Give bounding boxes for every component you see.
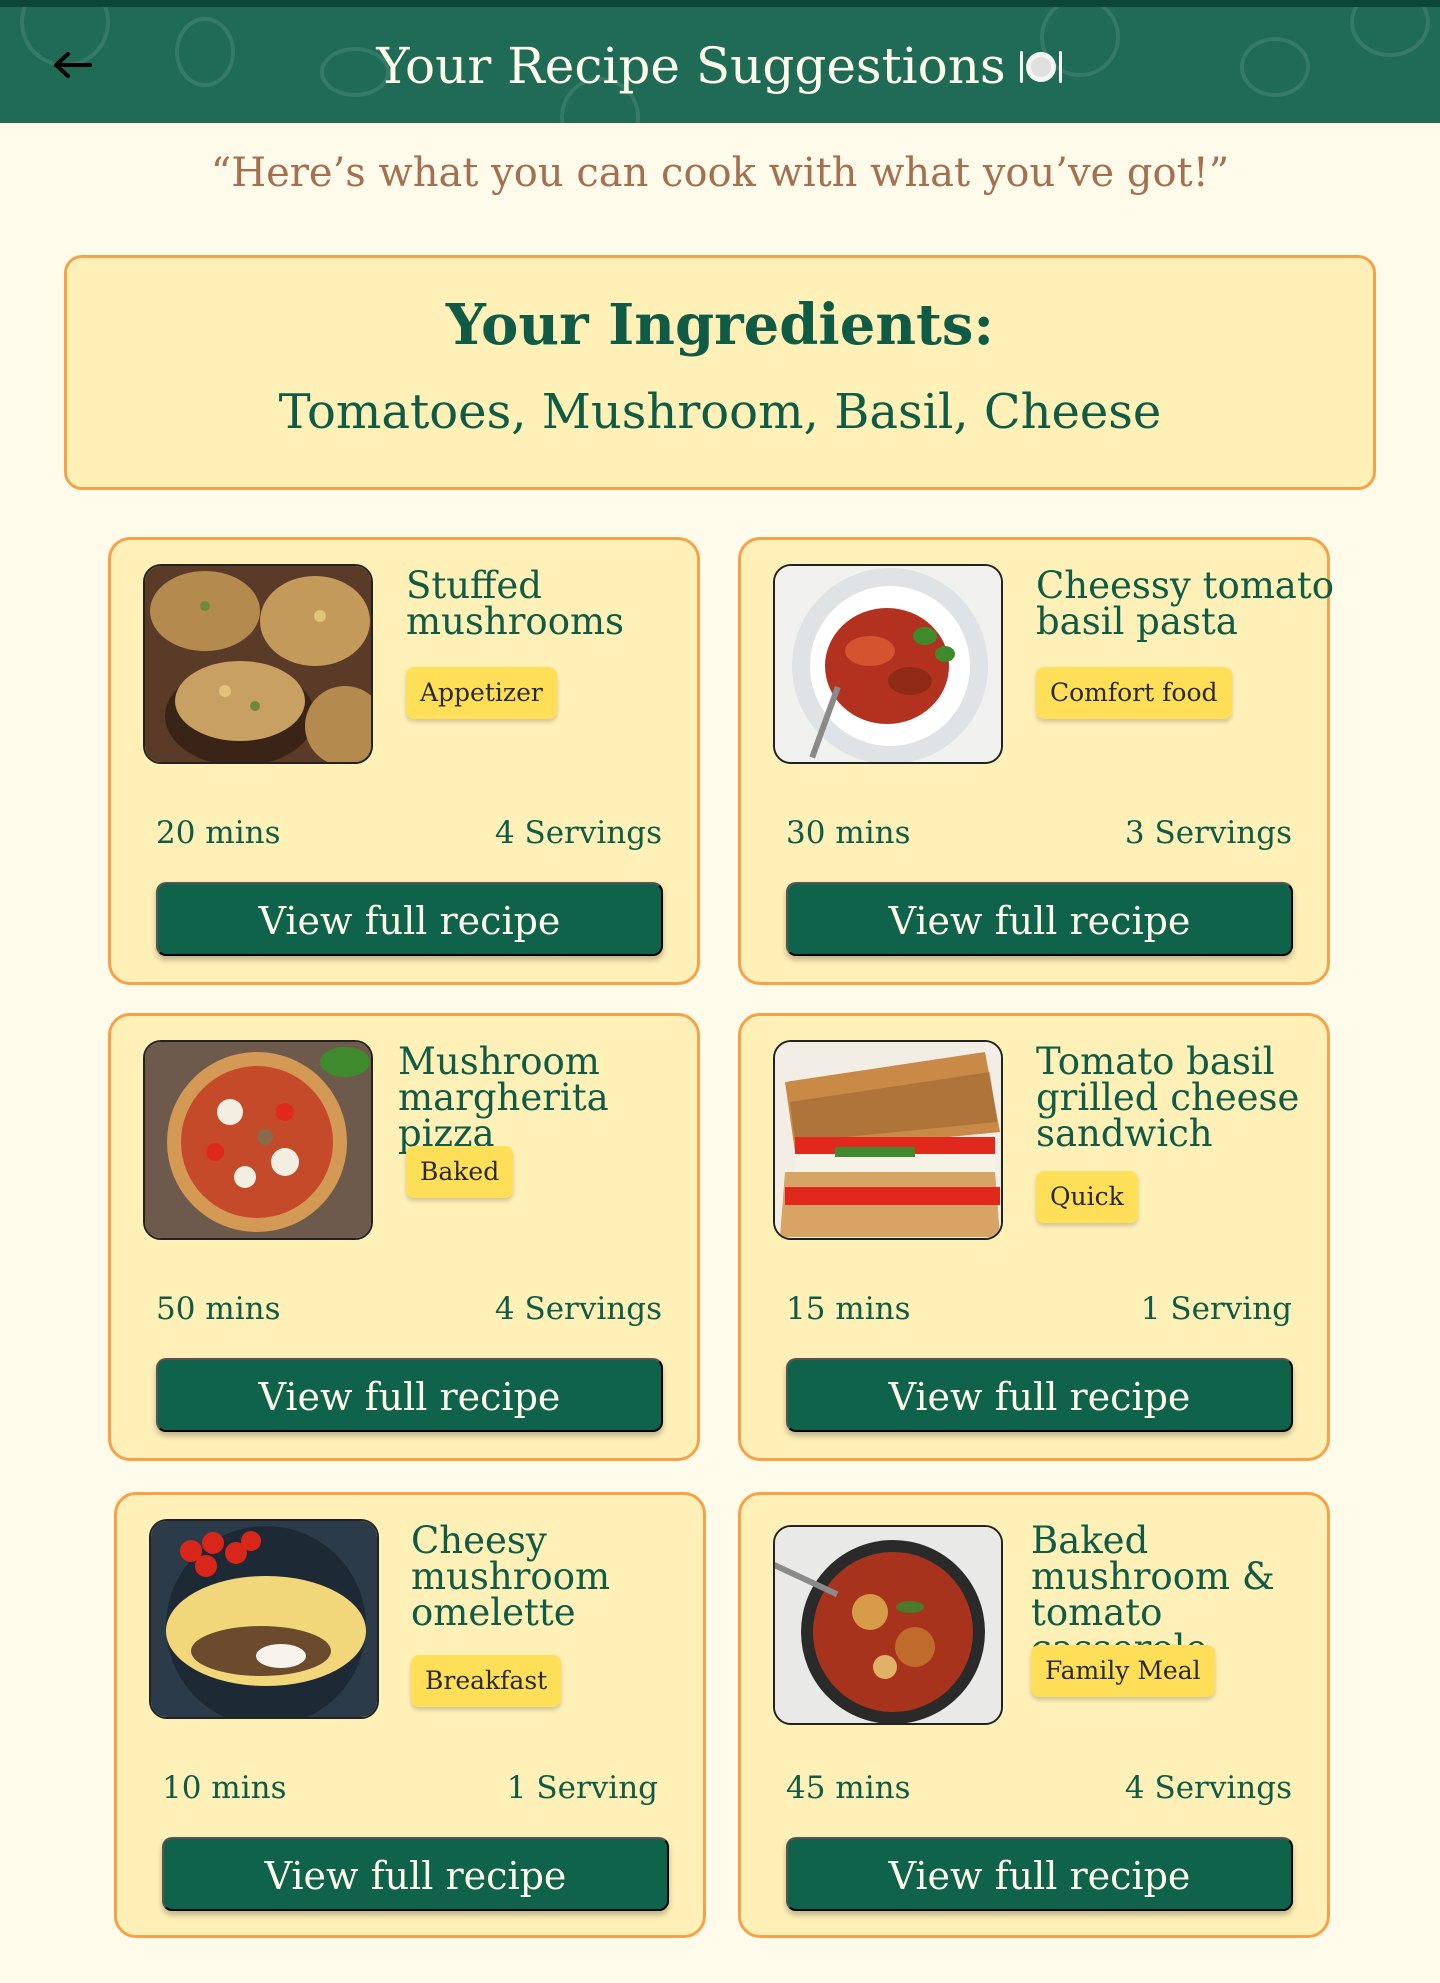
view-full-recipe-button[interactable]: View full recipe (162, 1837, 669, 1911)
ingredients-panel: Your Ingredients: Tomatoes, Mushroom, Ba… (64, 255, 1376, 490)
recipe-title: Stuffed mushrooms (406, 564, 625, 643)
recipe-card[interactable]: Cheesy mushroom omelette Breakfast 10 mi… (114, 1492, 706, 1938)
recipe-card[interactable]: Mushroom margherita pizza Baked 50 mins … (108, 1013, 700, 1461)
page-title-text: Your Recipe Suggestions (376, 37, 1006, 95)
recipe-servings: 4 Servings (494, 815, 662, 851)
recipe-tag: Family Meal (1031, 1645, 1215, 1697)
omelette-photo[interactable] (149, 1519, 379, 1719)
view-full-recipe-button[interactable]: View full recipe (786, 882, 1293, 956)
recipe-tag: Breakfast (411, 1655, 562, 1707)
recipe-time: 50 mins (156, 1291, 281, 1327)
view-full-recipe-button[interactable]: View full recipe (786, 1837, 1293, 1911)
recipe-title: Cheesy mushroom omelette (411, 1519, 611, 1634)
recipe-time: 10 mins (162, 1770, 287, 1806)
recipe-time: 20 mins (156, 815, 281, 851)
view-full-recipe-button[interactable]: View full recipe (156, 1358, 663, 1432)
view-full-recipe-button[interactable]: View full recipe (156, 882, 663, 956)
tomato-basil-pasta-photo[interactable] (773, 564, 1003, 764)
recipe-servings: 1 Serving (1140, 1291, 1292, 1327)
casserole-photo[interactable] (773, 1525, 1003, 1725)
recipe-tag: Appetizer (406, 667, 557, 719)
recipe-title: Cheessy tomato basil pasta (1036, 564, 1335, 643)
view-full-recipe-button[interactable]: View full recipe (786, 1358, 1293, 1432)
margherita-pizza-photo[interactable] (143, 1040, 373, 1240)
recipe-card[interactable]: Cheessy tomato basil pasta Comfort food … (738, 537, 1334, 985)
recipe-time: 30 mins (786, 815, 911, 851)
plate-cutlery-icon (1019, 51, 1062, 83)
recipe-card[interactable]: Stuffed mushrooms Appetizer 20 mins 4 Se… (108, 537, 700, 985)
tagline-quote: “Here’s what you can cook with what you’… (210, 150, 1230, 196)
recipe-tag: Comfort food (1036, 667, 1232, 719)
app-header: Your Recipe Suggestions (0, 0, 1440, 123)
recipe-tag: Quick (1036, 1171, 1138, 1223)
page-title: Your Recipe Suggestions (0, 35, 1440, 97)
recipe-servings: 4 Servings (494, 1291, 662, 1327)
ingredients-heading: Your Ingredients: (445, 292, 995, 358)
recipe-servings: 3 Servings (1124, 815, 1292, 851)
recipe-title: Tomato basil grilled cheese sandwich (1036, 1040, 1300, 1155)
recipe-tag: Baked (406, 1146, 514, 1198)
recipe-servings: 4 Servings (1124, 1770, 1292, 1806)
stuffed-mushrooms-photo[interactable] (143, 564, 373, 764)
grilled-cheese-photo[interactable] (773, 1040, 1003, 1240)
recipe-title: Mushroom margherita pizza (398, 1040, 609, 1155)
recipe-card[interactable]: Tomato basil grilled cheese sandwich Qui… (738, 1013, 1330, 1461)
recipe-card[interactable]: Baked mushroom & tomato casserole Family… (738, 1492, 1330, 1938)
ingredients-list: Tomatoes, Mushroom, Basil, Cheese (278, 384, 1162, 440)
recipe-servings: 1 Serving (506, 1770, 658, 1806)
recipe-time: 45 mins (786, 1770, 911, 1806)
recipe-time: 15 mins (786, 1291, 911, 1327)
